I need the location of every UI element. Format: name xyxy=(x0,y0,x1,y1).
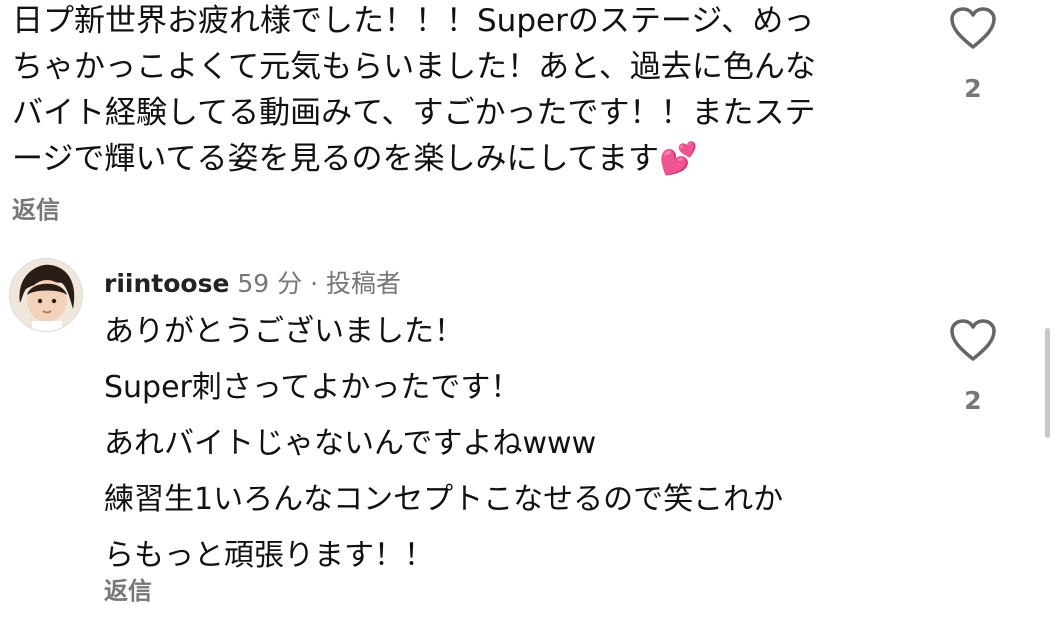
heart-outline-icon[interactable] xyxy=(949,6,997,50)
reply-button[interactable]: 返信 xyxy=(104,571,152,606)
comment-2-line: あれバイトじゃないんですよねwww xyxy=(104,426,597,461)
comment-meta: riintoose 59 分 · 投稿者 xyxy=(104,264,401,300)
scrollbar[interactable] xyxy=(1045,328,1050,438)
avatar[interactable] xyxy=(9,258,83,332)
comment-2-line: ありがとうございました！ xyxy=(104,314,464,349)
comment-2-line: らもっと頑張ります！！ xyxy=(104,538,434,573)
avatar-image xyxy=(10,259,82,331)
like-count: 2 xyxy=(964,74,982,103)
comment-2-line: 練習生1いろんなコンセプトこなせるので笑これか xyxy=(104,482,784,517)
comment-1-line: バイト経験してる動画みて、すごかったです！！またステ xyxy=(12,95,816,131)
reply-button[interactable]: 返信 xyxy=(12,190,60,225)
comment-1-line: ージで輝いてる姿を見るのを楽しみにしてます💕 xyxy=(12,141,698,177)
comment-1-line: 日プ新世界お疲れ様でした！！！Superのステージ、めっ xyxy=(12,3,815,39)
comment-1-line: ちゃかっこよくて元気もらいました！あと、過去に色んな xyxy=(12,49,816,85)
comment-2-text: ありがとうございました！ Super刺さってよかったです！ あれバイトじゃないん… xyxy=(104,304,783,584)
heart-outline-icon[interactable] xyxy=(949,318,997,362)
timestamp: 59 分 xyxy=(237,269,303,298)
comment-2-line: Super刺さってよかったです！ xyxy=(104,370,521,405)
comment-1-text: 日プ新世界お疲れ様でした！！！Superのステージ、めっ ちゃかっこよくて元気も… xyxy=(12,0,816,182)
like-column: 2 xyxy=(943,318,1003,415)
username[interactable]: riintoose xyxy=(104,269,229,298)
like-column: 2 xyxy=(943,6,1003,103)
separator: · xyxy=(310,269,319,298)
author-badge: 投稿者 xyxy=(325,269,401,298)
like-count: 2 xyxy=(964,386,982,415)
